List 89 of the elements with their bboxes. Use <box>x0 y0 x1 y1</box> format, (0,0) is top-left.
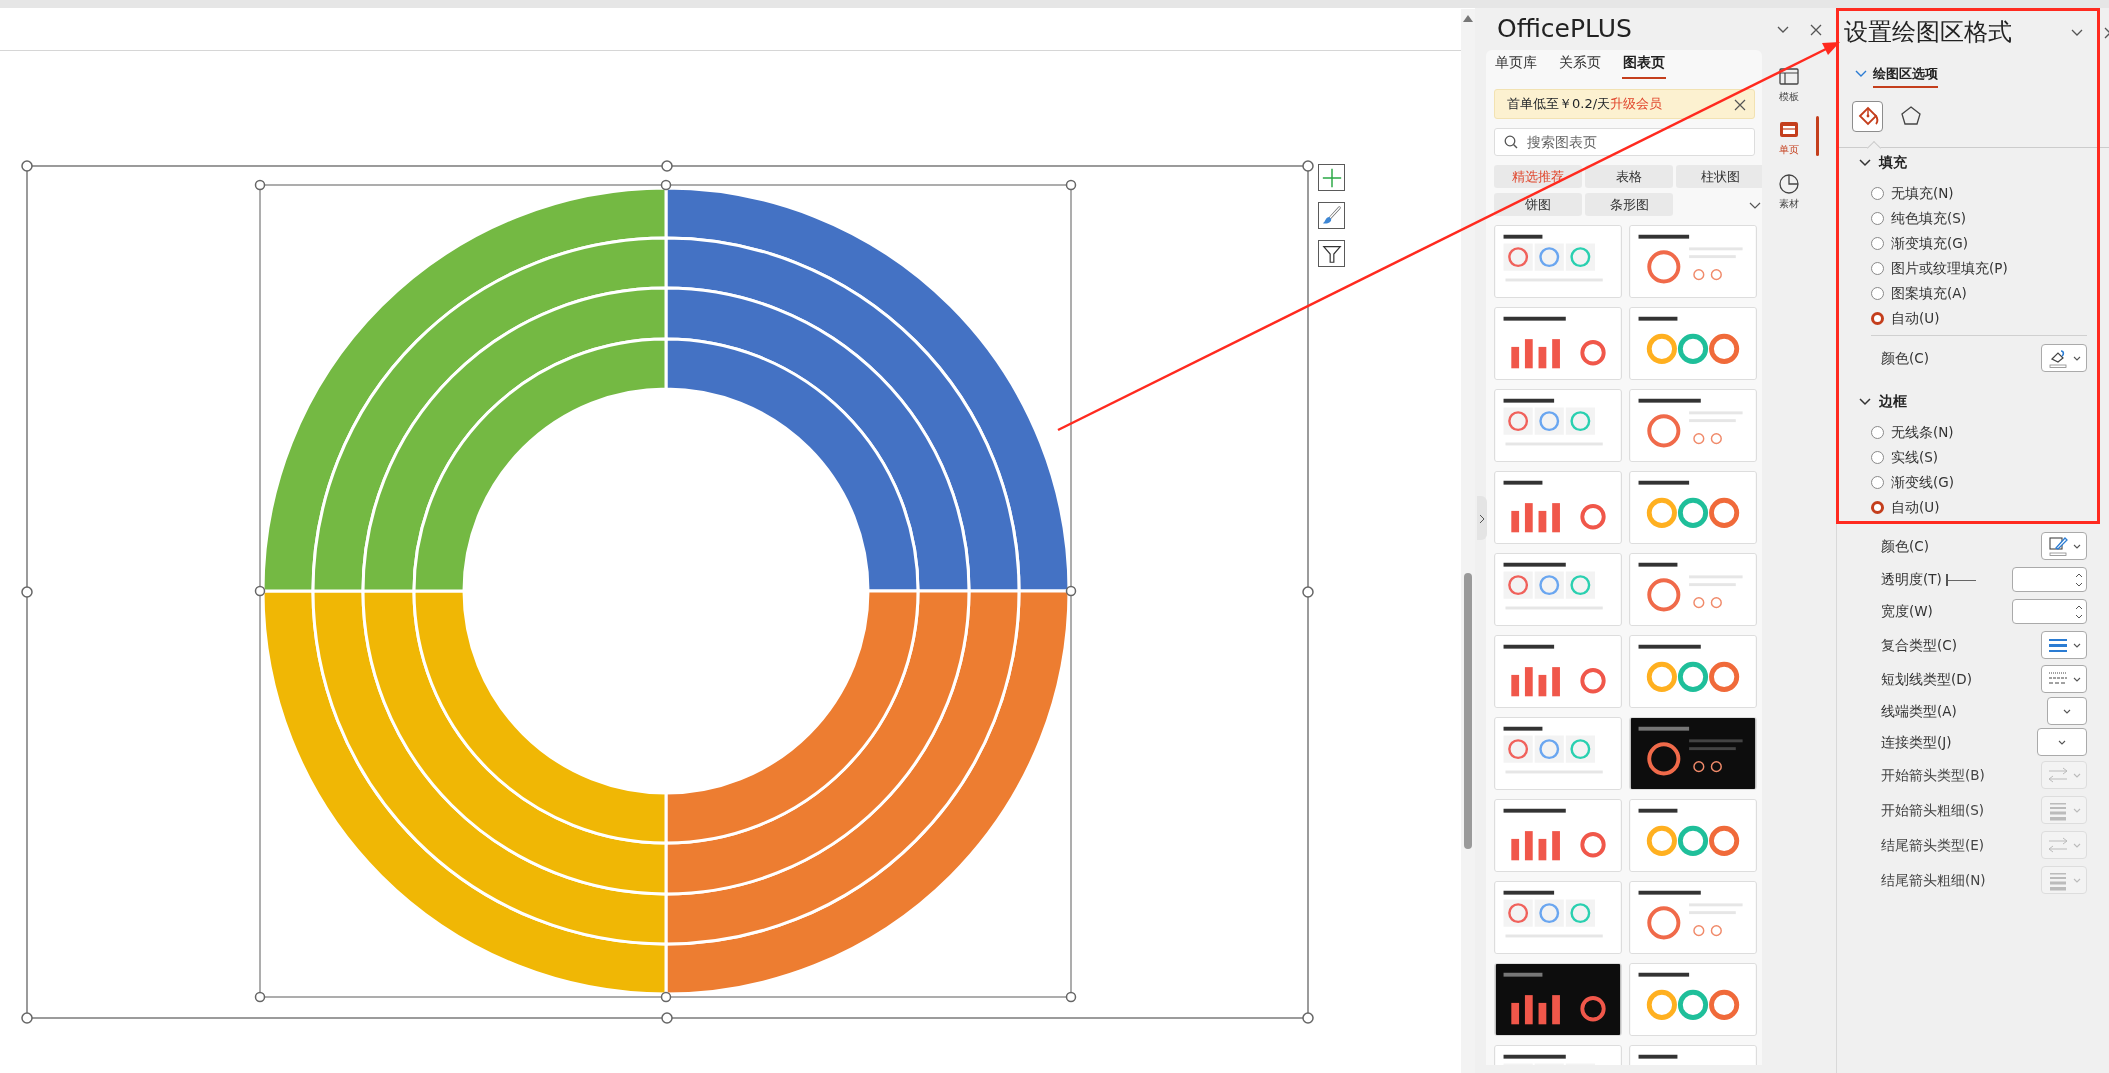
property-label: 宽度(W) <box>1881 602 1934 622</box>
search-icon <box>1504 135 1518 149</box>
option-label: 渐变线(G) <box>1891 473 1954 493</box>
radio-button[interactable] <box>1871 287 1884 300</box>
caret-icon <box>2073 543 2081 549</box>
radio-button[interactable] <box>1871 262 1884 275</box>
promo-text: 首单低至￥0.2/天 <box>1507 95 1611 114</box>
dropdown-button[interactable] <box>2041 344 2087 372</box>
caret-icon <box>2073 877 2081 883</box>
section-tab[interactable]: 绘图区选项 <box>1873 63 1938 89</box>
spin-arrows-icon[interactable] <box>2075 603 2083 620</box>
option-label: 无填充(N) <box>1891 184 1954 204</box>
option-label: 纯色填充(S) <box>1891 209 1967 229</box>
scroll-up-icon[interactable] <box>1463 15 1473 22</box>
scrollbar[interactable] <box>1461 9 1475 1073</box>
caret-icon <box>2073 807 2081 813</box>
category-button[interactable]: 柱状图 <box>1676 165 1762 188</box>
pane-tab[interactable]: 单页库 <box>1494 52 1538 79</box>
option-label: 自动(U) <box>1891 498 1940 518</box>
selection-indicator <box>1816 116 1819 156</box>
chevron-icon[interactable] <box>1859 395 1871 407</box>
caret-icon <box>2073 355 2081 361</box>
radio-button[interactable] <box>1871 312 1884 325</box>
property-label: 复合类型(C) <box>1881 635 1958 655</box>
option-label: 实线(S) <box>1891 448 1939 468</box>
category-button[interactable]: 表格 <box>1585 165 1673 188</box>
selection-frame[interactable] <box>21 160 1314 1024</box>
chevron-icon <box>1479 514 1485 523</box>
pentagon-icon <box>1898 104 1923 128</box>
caret-icon <box>2073 772 2081 778</box>
radio-button[interactable] <box>1871 451 1884 464</box>
side-tab[interactable]: 素材 <box>1767 172 1811 211</box>
upgrade-link[interactable]: 升级会员 <box>1610 94 1663 114</box>
option-label: 图片或纹理填充(P) <box>1891 259 2008 279</box>
caret-icon <box>2073 842 2081 848</box>
paint-bucket-icon <box>2047 347 2069 369</box>
property-label: 开始箭头粗细(S) <box>1881 800 1986 820</box>
option-label: 渐变填充(G) <box>1891 234 1968 254</box>
spin-arrows-icon[interactable] <box>2075 571 2083 588</box>
pane-tab[interactable]: 关系页 <box>1558 52 1602 79</box>
option-label: 无线条(N) <box>1891 423 1954 443</box>
scroll-thumb[interactable] <box>1464 573 1472 849</box>
caret-icon <box>2063 708 2071 714</box>
caret-icon <box>2058 739 2066 745</box>
property-label: 开始箭头类型(B) <box>1881 765 1986 785</box>
radio-button[interactable] <box>1871 212 1884 225</box>
search-field[interactable]: 搜索图表页 <box>1494 128 1755 156</box>
radio-button[interactable] <box>1871 501 1884 514</box>
property-label: 结尾箭头类型(E) <box>1881 835 1986 855</box>
option-label: 自动(U) <box>1891 309 1940 329</box>
option-label: 图案填充(A) <box>1891 284 1967 304</box>
pane-title: OfficePLUS <box>1497 13 1632 46</box>
close-icon <box>1734 98 1746 111</box>
property-label: 连接类型(J) <box>1881 732 1953 752</box>
property-label: 线端类型(A) <box>1881 701 1958 721</box>
chart-styles-button[interactable] <box>1318 202 1345 229</box>
chevron-icon[interactable] <box>1859 156 1871 168</box>
radio-button[interactable] <box>1871 426 1884 439</box>
property-label: 结尾箭头粗细(N) <box>1881 870 1987 890</box>
category-button[interactable]: 饼图 <box>1494 193 1582 216</box>
plus-icon <box>1320 166 1343 189</box>
spin-field[interactable] <box>2012 567 2087 592</box>
property-label: 透明度(T) <box>1881 570 1943 590</box>
caret-icon <box>2073 676 2081 682</box>
plot-area-frame[interactable] <box>254 179 1077 1003</box>
radio-button[interactable] <box>1871 237 1884 250</box>
spin-field[interactable] <box>2012 599 2087 624</box>
category-button[interactable]: 条形图 <box>1585 193 1673 216</box>
close-icon <box>1809 22 1823 37</box>
section-header[interactable]: 边框 <box>1879 390 1907 412</box>
radio-button[interactable] <box>1871 476 1884 489</box>
slider-track[interactable] <box>1946 573 1976 586</box>
dropdown-button[interactable] <box>2041 532 2087 560</box>
side-tab[interactable]: 单页 <box>1767 118 1811 157</box>
pie-chart-icon <box>1777 172 1801 196</box>
side-tab[interactable]: 模板 <box>1767 65 1811 104</box>
format-tab[interactable] <box>1852 100 1883 132</box>
section-header[interactable]: 填充 <box>1879 151 1907 173</box>
chart-filters-button[interactable] <box>1318 240 1345 267</box>
pen-icon <box>2047 535 2069 557</box>
caret-icon <box>2073 642 2081 648</box>
pane-tab[interactable]: 图表页 <box>1622 52 1666 79</box>
dropdown-button[interactable] <box>2041 631 2087 659</box>
radio-button[interactable] <box>1871 187 1884 200</box>
property-label: 颜色(C) <box>1881 348 1929 368</box>
chart-elements-button[interactable] <box>1318 164 1345 191</box>
property-label: 颜色(C) <box>1881 536 1930 556</box>
property-label: 短划线类型(D) <box>1881 669 1973 689</box>
pane-title: 设置绘图区格式 <box>1843 17 2013 48</box>
